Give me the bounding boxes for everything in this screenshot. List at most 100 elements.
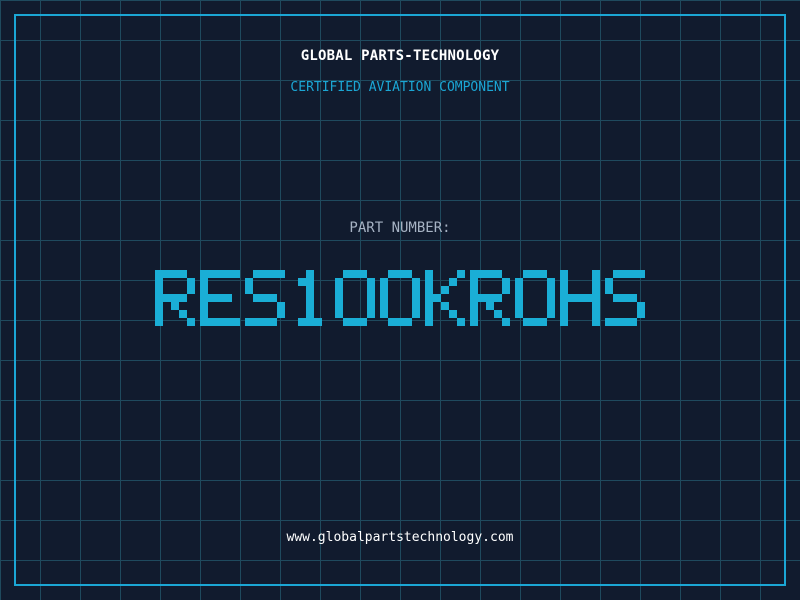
pixel bbox=[306, 294, 314, 302]
pixel bbox=[404, 318, 412, 326]
pixel bbox=[621, 294, 629, 302]
pixel bbox=[478, 294, 486, 302]
part-number-char bbox=[335, 270, 375, 326]
pixel bbox=[425, 278, 433, 286]
pixel bbox=[163, 270, 171, 278]
part-number-char bbox=[380, 270, 420, 326]
pixel bbox=[515, 302, 523, 310]
pixel bbox=[155, 310, 163, 318]
pixel bbox=[547, 310, 555, 318]
pixel bbox=[560, 286, 568, 294]
pixel bbox=[380, 286, 388, 294]
pixel bbox=[253, 318, 261, 326]
pixel bbox=[494, 294, 502, 302]
pixel bbox=[592, 302, 600, 310]
part-number-char bbox=[605, 270, 645, 326]
pixel bbox=[261, 270, 269, 278]
pixel bbox=[335, 278, 343, 286]
pixel bbox=[412, 286, 420, 294]
pixel bbox=[441, 302, 449, 310]
pixel bbox=[629, 294, 637, 302]
pixel bbox=[155, 318, 163, 326]
pixel bbox=[560, 294, 568, 302]
pixel bbox=[388, 270, 396, 278]
pixel bbox=[539, 318, 547, 326]
pixel bbox=[560, 270, 568, 278]
pixel bbox=[335, 286, 343, 294]
pixel bbox=[412, 302, 420, 310]
pixel bbox=[367, 278, 375, 286]
pixel bbox=[216, 318, 224, 326]
pixel bbox=[515, 310, 523, 318]
pixel bbox=[470, 302, 478, 310]
part-number-char bbox=[155, 270, 195, 326]
website-url[interactable]: www.globalpartstechnology.com bbox=[0, 530, 800, 545]
part-number-display bbox=[0, 252, 800, 352]
pixel bbox=[200, 286, 208, 294]
pixel bbox=[470, 278, 478, 286]
pixel bbox=[179, 270, 187, 278]
pixel bbox=[494, 310, 502, 318]
pixel bbox=[502, 278, 510, 286]
pixel bbox=[306, 278, 314, 286]
pixel bbox=[629, 318, 637, 326]
pixel bbox=[425, 318, 433, 326]
pixel bbox=[560, 302, 568, 310]
pixel bbox=[359, 318, 367, 326]
pixel bbox=[396, 318, 404, 326]
part-number-char bbox=[298, 270, 322, 326]
pixel bbox=[470, 294, 478, 302]
pixel bbox=[502, 286, 510, 294]
grid-background: GLOBAL PARTS-TECHNOLOGY CERTIFIED AVIATI… bbox=[0, 0, 800, 600]
pixel bbox=[245, 286, 253, 294]
pixel bbox=[200, 310, 208, 318]
pixel bbox=[515, 294, 523, 302]
pixel bbox=[187, 318, 195, 326]
pixel bbox=[216, 270, 224, 278]
pixel bbox=[523, 270, 531, 278]
pixel bbox=[200, 278, 208, 286]
pixel bbox=[584, 294, 592, 302]
pixel bbox=[380, 294, 388, 302]
pixel bbox=[470, 270, 478, 278]
pixel bbox=[314, 318, 322, 326]
part-number-pixel-text bbox=[155, 270, 645, 326]
pixel bbox=[605, 318, 613, 326]
pixel bbox=[613, 318, 621, 326]
pixel bbox=[171, 302, 179, 310]
pixel bbox=[592, 318, 600, 326]
pixel bbox=[155, 302, 163, 310]
pixel bbox=[380, 310, 388, 318]
pixel bbox=[380, 278, 388, 286]
pixel bbox=[486, 270, 494, 278]
pixel bbox=[568, 294, 576, 302]
pixel bbox=[396, 270, 404, 278]
pixel bbox=[433, 294, 441, 302]
pixel bbox=[425, 286, 433, 294]
pixel bbox=[216, 294, 224, 302]
pixel bbox=[425, 302, 433, 310]
pixel bbox=[351, 318, 359, 326]
pixel bbox=[547, 286, 555, 294]
pixel bbox=[539, 270, 547, 278]
pixel bbox=[478, 270, 486, 278]
pixel bbox=[359, 270, 367, 278]
pixel bbox=[486, 294, 494, 302]
pixel bbox=[613, 270, 621, 278]
pixel bbox=[155, 270, 163, 278]
pixel bbox=[605, 286, 613, 294]
pixel bbox=[560, 318, 568, 326]
pixel bbox=[592, 278, 600, 286]
pixel bbox=[470, 318, 478, 326]
pixel bbox=[224, 270, 232, 278]
part-number-label: PART NUMBER: bbox=[349, 220, 451, 236]
pixel bbox=[261, 294, 269, 302]
pixel bbox=[425, 294, 433, 302]
pixel bbox=[298, 318, 306, 326]
pixel bbox=[335, 294, 343, 302]
pixel bbox=[637, 302, 645, 310]
pixel bbox=[621, 318, 629, 326]
pixel bbox=[179, 294, 187, 302]
pixel bbox=[560, 310, 568, 318]
pixel bbox=[470, 310, 478, 318]
